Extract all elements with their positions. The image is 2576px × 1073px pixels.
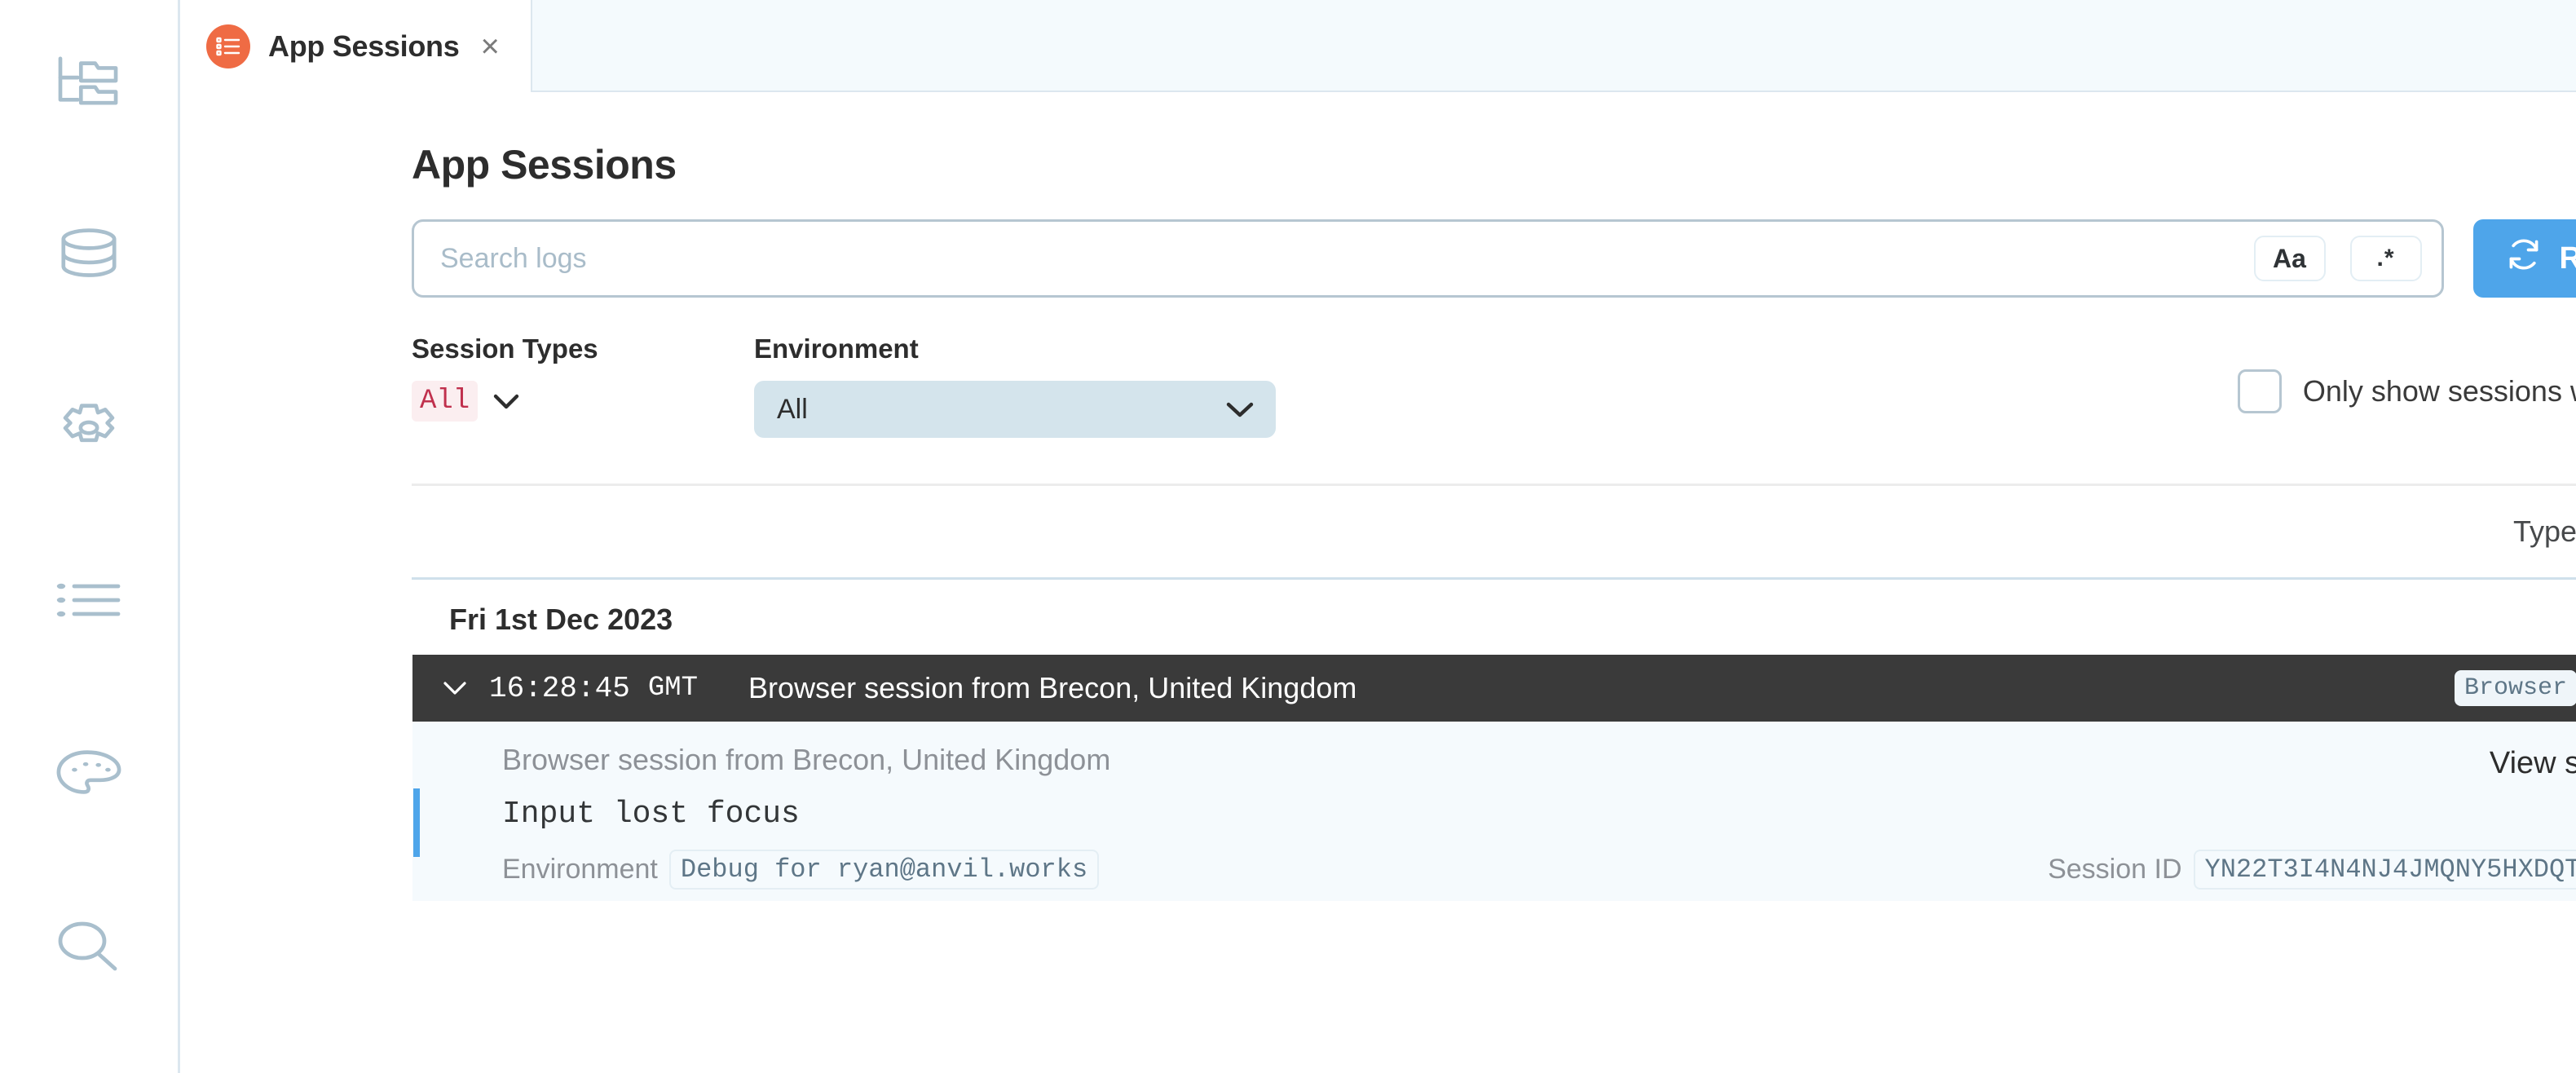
errors-only-label: Only show sessions with errors (2302, 374, 2576, 408)
search-input[interactable] (440, 242, 2230, 275)
detail-accent-bar (413, 788, 420, 857)
tab-label: App Sessions (268, 29, 460, 63)
column-header-type: Type (2512, 514, 2576, 548)
table-header: Type Events (412, 486, 2576, 580)
environment-label: Environment (754, 333, 919, 364)
chevron-down-icon (1225, 400, 1255, 418)
database-icon (57, 226, 121, 281)
magnifier-icon (56, 920, 121, 974)
session-types-control[interactable]: All (412, 381, 754, 422)
session-id-label: Session ID (2048, 854, 2182, 885)
sidebar-item-search[interactable] (40, 900, 138, 993)
app-sessions-tab-icon (206, 24, 250, 68)
session-type-cell: Browser (2384, 670, 2576, 706)
main-pane: App Sessions × App Sessions Aa .* (180, 0, 2576, 1073)
refresh-label: Refresh (2559, 241, 2576, 276)
chevron-down-icon[interactable] (442, 680, 468, 696)
session-detail-panel: Browser session from Brecon, United King… (412, 722, 2576, 901)
refresh-icon (2506, 236, 2542, 280)
session-id-value: YN22T3I4N4NJ4JMQNY5HXDQTUN63CZS7 (2193, 850, 2576, 890)
environment-value: All (777, 393, 808, 425)
errors-only-checkbox[interactable] (2237, 369, 2282, 413)
detail-environment: Environment Debug for ryan@anvil.works (502, 850, 1100, 890)
page-title: App Sessions (412, 142, 677, 188)
gear-icon (55, 398, 122, 457)
detail-header-row: Browser session from Brecon, United King… (412, 743, 2576, 784)
detail-session-id: Session ID YN22T3I4N4NJ4JMQNY5HXDQTUN63C… (2048, 850, 2576, 890)
view-session-label: View session (2489, 745, 2576, 780)
sidebar-item-app-browser[interactable] (40, 34, 138, 127)
folder-tree-icon (54, 52, 124, 109)
match-case-button[interactable]: Aa (2253, 236, 2326, 281)
view-session-link[interactable]: View session (2490, 743, 2576, 784)
session-types-label: Session Types (412, 333, 598, 364)
app-window: App Sessions × App Sessions Aa .* (0, 0, 2576, 1073)
environment-select[interactable]: All (754, 381, 1276, 438)
table-row[interactable]: 16:28:45 GMT Browser session from Brecon… (412, 655, 2576, 722)
sidebar (0, 0, 180, 1073)
environment-filter: Environment All (754, 333, 1276, 438)
session-description: Browser session from Brecon, United King… (748, 671, 1357, 704)
session-timezone: GMT (647, 673, 699, 704)
session-types-value[interactable]: All (412, 381, 479, 422)
status-badge: Browser (2454, 670, 2576, 706)
environment-meta-label: Environment (502, 854, 658, 885)
search-box[interactable]: Aa .* (412, 219, 2444, 298)
chevron-down-icon[interactable] (492, 392, 520, 410)
errors-only-checkbox-row[interactable]: Only show sessions with errors (2237, 369, 2576, 413)
sidebar-item-theme[interactable] (40, 726, 138, 819)
session-time: 16:28:45 (489, 671, 630, 705)
detail-message: Input lost focus (502, 797, 800, 832)
regex-button[interactable]: .* (2349, 236, 2422, 281)
date-group-header: Fri 1st Dec 2023 (449, 603, 673, 636)
filters-row: Session Types All Environment All Only s… (412, 333, 2576, 438)
detail-meta-row: Environment Debug for ryan@anvil.works S… (412, 850, 2576, 890)
content-area: App Sessions Aa .* (180, 92, 2576, 1073)
search-row: Aa .* Refresh (412, 219, 2576, 298)
close-icon[interactable]: × (477, 30, 502, 63)
tab-app-sessions[interactable]: App Sessions × (180, 0, 532, 92)
environment-meta-value: Debug for ryan@anvil.works (668, 850, 1100, 890)
session-types-filter: Session Types All (412, 333, 754, 422)
tab-strip-empty (532, 0, 2576, 91)
sidebar-item-data-tables[interactable] (40, 207, 138, 300)
sidebar-item-settings[interactable] (40, 381, 138, 474)
sidebar-item-app-sessions[interactable] (40, 554, 138, 647)
tab-strip: App Sessions × (180, 0, 2576, 92)
palette-icon (55, 748, 122, 797)
list-icon (56, 581, 121, 619)
detail-subtitle: Browser session from Brecon, United King… (502, 743, 1111, 776)
refresh-button[interactable]: Refresh (2472, 219, 2576, 298)
